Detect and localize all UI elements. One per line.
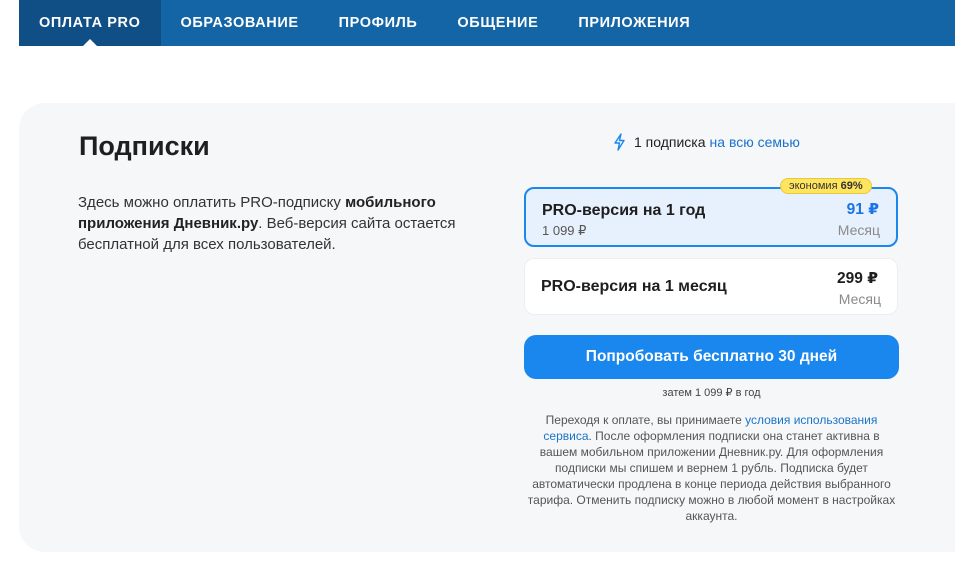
nav-item-label: ПРИЛОЖЕНИЯ xyxy=(578,15,691,31)
family-link[interactable]: на всю семью xyxy=(710,134,800,150)
plan-option-year[interactable]: экономия 69% PRO-версия на 1 год 1 099 ₽… xyxy=(524,178,898,247)
plan-price: 91 ₽ xyxy=(846,201,879,218)
nav-item-label: ОБРАЗОВАНИЕ xyxy=(180,15,299,31)
subscription-card: Подписки Здесь можно оплатить PRO-подпис… xyxy=(19,103,955,552)
lightning-icon xyxy=(614,133,625,151)
nav-item-communication[interactable]: ОБЩЕНИЕ xyxy=(437,0,558,46)
legal-text: Переходя к оплате, вы принимаете xyxy=(545,413,746,427)
nav-item-apps[interactable]: ПРИЛОЖЕНИЯ xyxy=(558,0,710,46)
top-navigation: ОПЛАТА PRO ОБРАЗОВАНИЕ ПРОФИЛЬ ОБЩЕНИЕ П… xyxy=(19,0,955,46)
plan-period: Месяц xyxy=(838,291,881,307)
savings-badge: экономия 69% xyxy=(780,178,872,194)
description-text: Здесь можно оплатить PRO-подписку xyxy=(78,194,346,211)
page-description: Здесь можно оплатить PRO-подписку мобиль… xyxy=(78,192,493,255)
legal-text-end: . После оформления подписки она станет а… xyxy=(527,429,896,523)
nav-item-label: ПРОФИЛЬ xyxy=(338,15,418,31)
nav-item-label: ОБЩЕНИЕ xyxy=(457,15,539,31)
page-title: Подписки xyxy=(79,131,210,161)
nav-item-profile[interactable]: ПРОФИЛЬ xyxy=(319,0,438,46)
plan-option-month[interactable]: PRO-версия на 1 месяц 299 ₽ Месяц xyxy=(524,258,898,315)
try-free-button[interactable]: Попробовать бесплатно 30 дней xyxy=(524,335,899,379)
family-text: 1 подписка xyxy=(634,134,706,150)
nav-item-label: ОПЛАТА PRO xyxy=(39,15,141,31)
nav-item-pro-payment[interactable]: ОПЛАТА PRO xyxy=(19,0,161,46)
legal-notice: Переходя к оплате, вы принимаете условия… xyxy=(524,412,899,524)
plan-full-price: 1 099 ₽ xyxy=(542,223,587,238)
price-after-trial: затем 1 099 ₽ в год xyxy=(662,387,761,399)
plan-price: 299 ₽ xyxy=(837,270,878,287)
plan-name: PRO-версия на 1 месяц xyxy=(541,278,727,295)
family-subscription-note: 1 подписка на всю семью xyxy=(613,133,800,151)
savings-badge-text: экономия xyxy=(789,180,838,192)
nav-item-education[interactable]: ОБРАЗОВАНИЕ xyxy=(161,0,319,46)
plan-period: Месяц xyxy=(837,222,880,238)
plan-name: PRO-версия на 1 год xyxy=(542,202,706,219)
savings-badge-value: 69% xyxy=(840,180,863,192)
